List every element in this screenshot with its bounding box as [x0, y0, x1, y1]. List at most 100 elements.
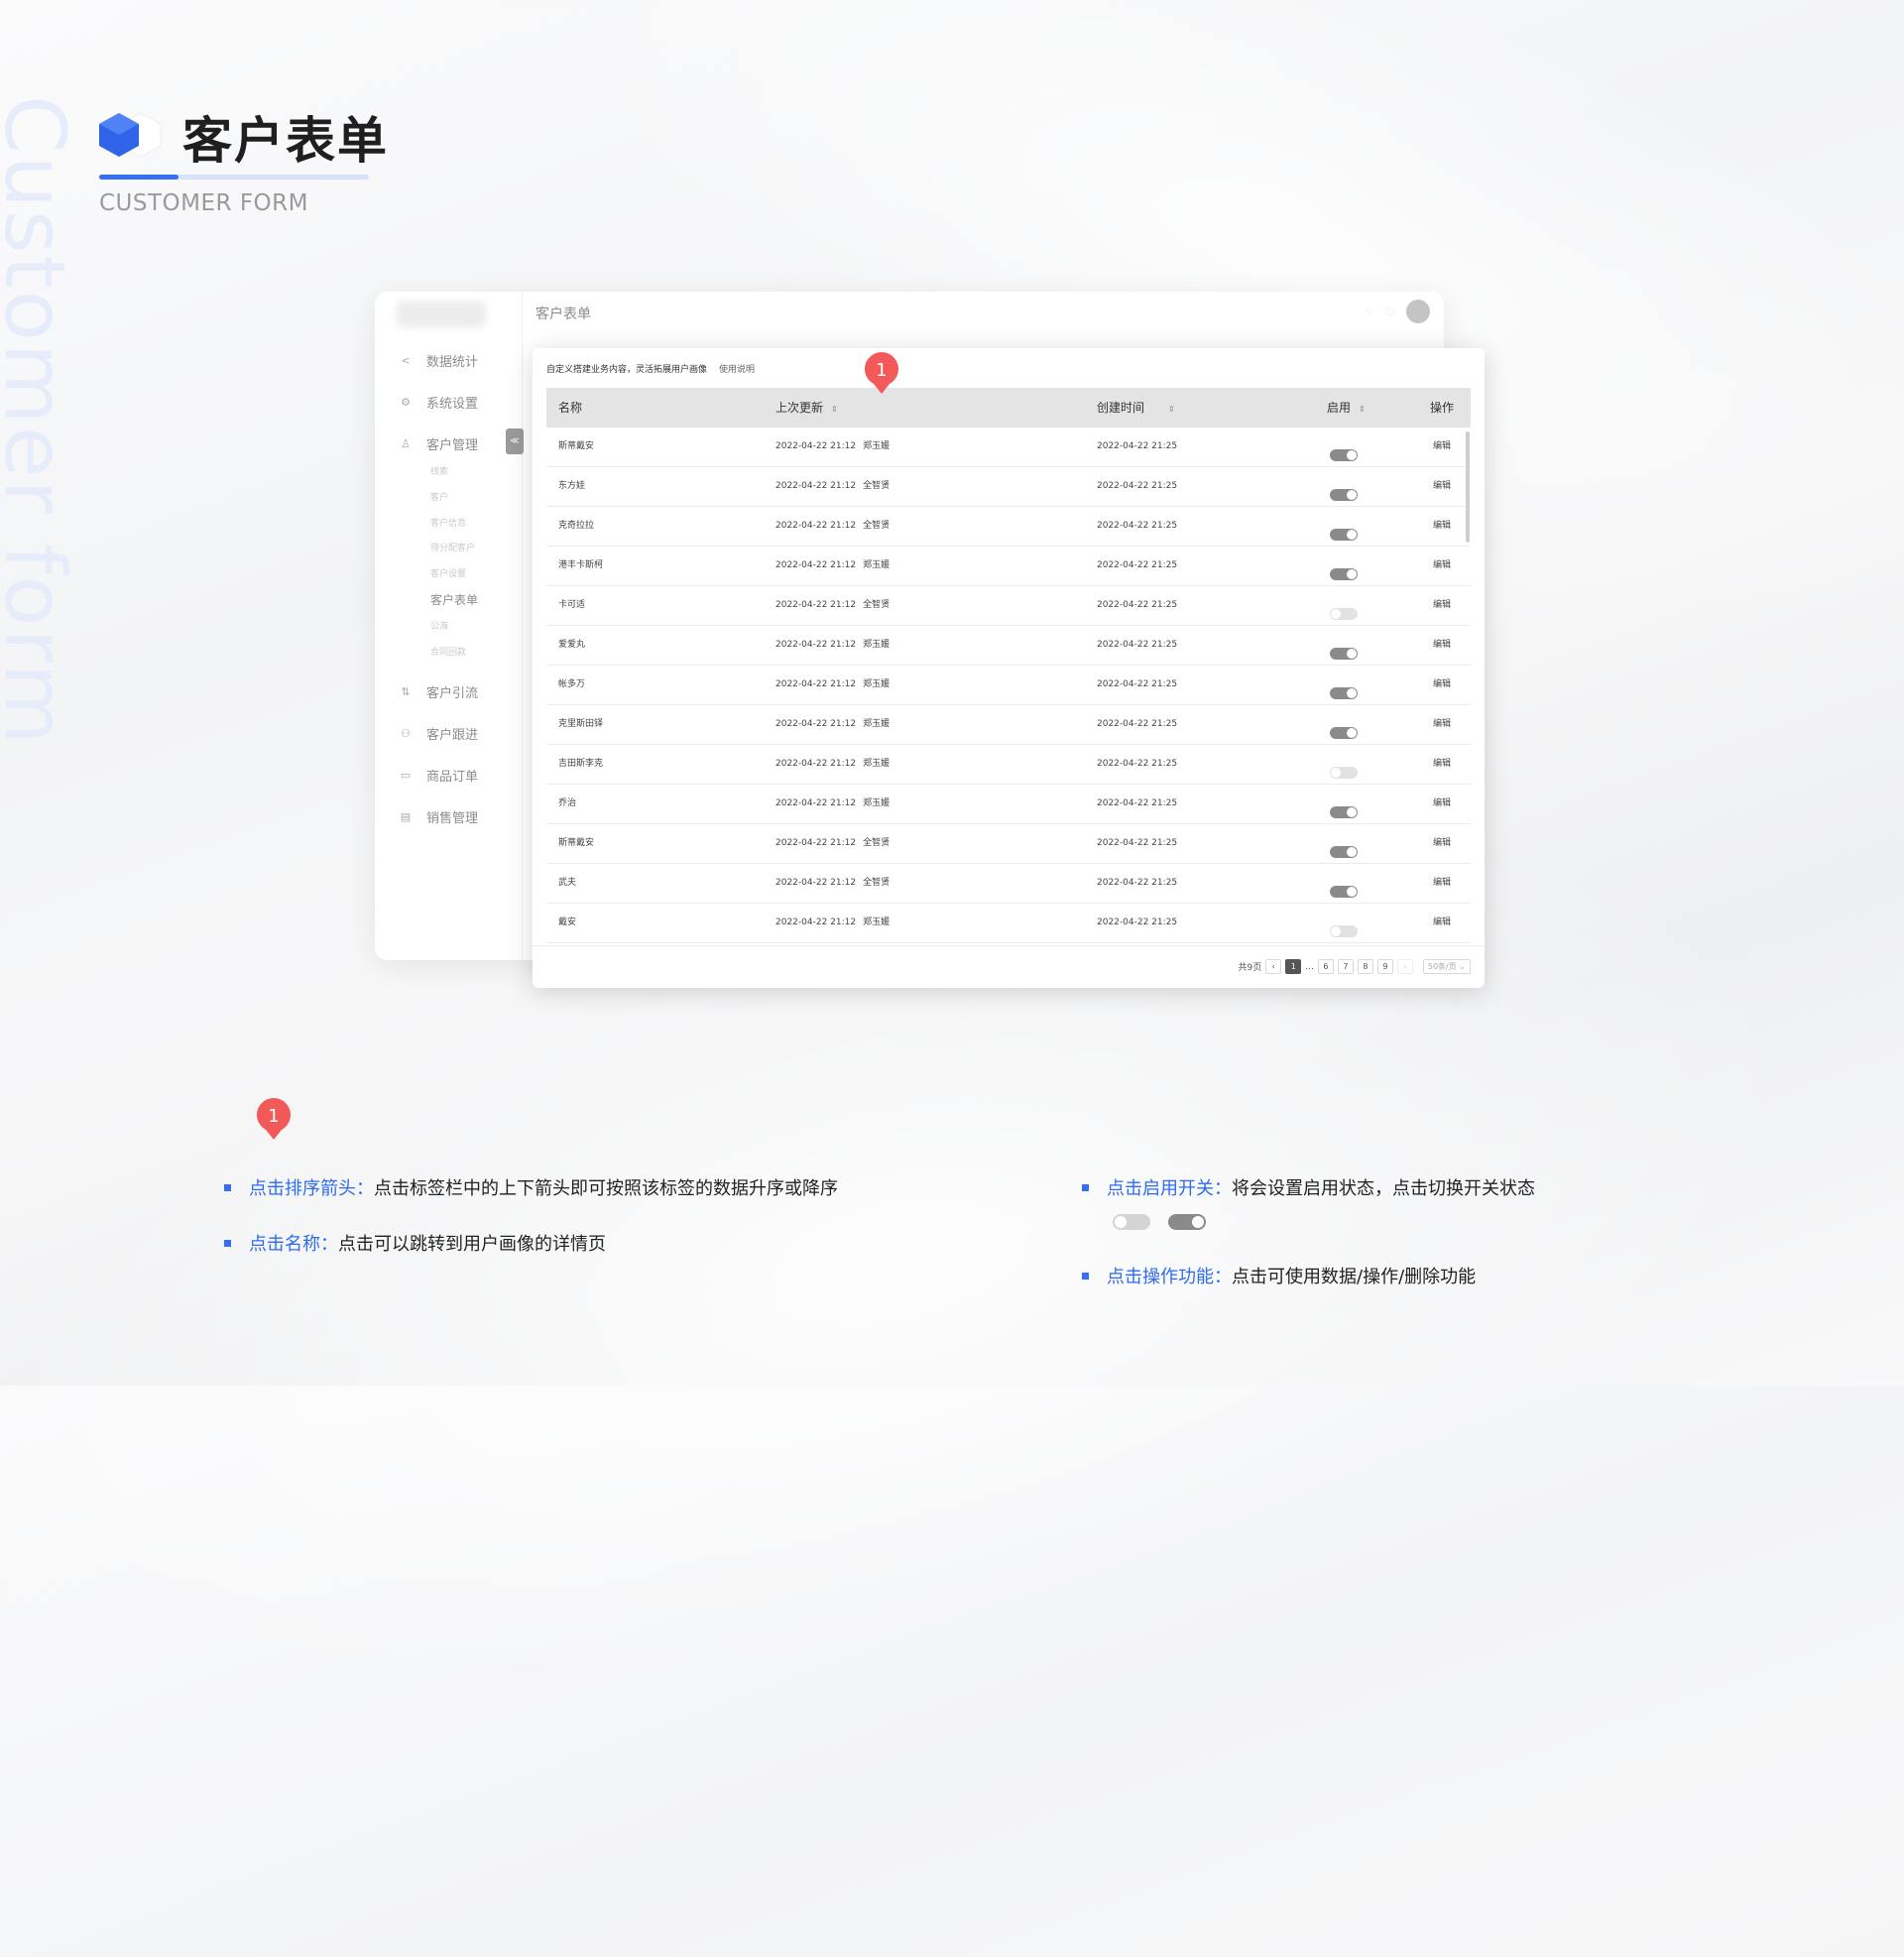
- row-edit-button[interactable]: 编辑: [1433, 864, 1451, 903]
- toggle-switch[interactable]: [1330, 648, 1358, 660]
- column-header-label: 启用: [1327, 401, 1352, 415]
- avatar[interactable]: [1406, 300, 1430, 323]
- toggle-switch[interactable]: [1330, 767, 1358, 779]
- toggle-switch[interactable]: [1330, 925, 1358, 937]
- sort-arrows-icon[interactable]: ⇕: [1168, 405, 1175, 414]
- row-enable-toggle[interactable]: [1330, 480, 1358, 501]
- row-name-link[interactable]: 港丰卡斯柯: [558, 547, 603, 585]
- row-edit-button[interactable]: 编辑: [1433, 547, 1451, 585]
- table-scrollbar[interactable]: [1466, 431, 1470, 543]
- column-header-created[interactable]: 创建时间 ⇕: [1097, 388, 1175, 428]
- hexagon-logo-icon: [99, 112, 162, 158]
- toggle-switch[interactable]: [1330, 489, 1358, 501]
- sidebar-item-stats[interactable]: < 数据统计: [399, 351, 478, 370]
- page-button[interactable]: 7: [1337, 959, 1354, 974]
- toggle-off-example[interactable]: [1113, 1214, 1150, 1230]
- row-edit-button[interactable]: 编辑: [1433, 785, 1451, 823]
- updated-by: 郑玉媛: [863, 759, 891, 769]
- sidebar-item-orders[interactable]: ▭ 商品订单: [399, 766, 478, 785]
- row-edit-button[interactable]: 编辑: [1433, 586, 1451, 625]
- sidebar-subitem-public-pool[interactable]: 公海: [430, 619, 448, 632]
- row-enable-toggle[interactable]: [1330, 520, 1358, 541]
- row-enable-toggle[interactable]: [1330, 639, 1358, 660]
- sidebar-subitem-contract-payment[interactable]: 合同回款: [430, 645, 466, 658]
- row-name-link[interactable]: 东方娃: [558, 467, 585, 506]
- sidebar-subitem-customer-settings[interactable]: 客户设置: [430, 566, 466, 579]
- row-edit-button[interactable]: 编辑: [1433, 824, 1451, 863]
- toggle-switch[interactable]: [1330, 568, 1358, 580]
- next-page-button[interactable]: ›: [1396, 959, 1413, 974]
- row-name-link[interactable]: 乔治: [558, 785, 576, 823]
- sidebar-subitem-leads[interactable]: 线索: [430, 464, 448, 477]
- row-edit-button[interactable]: 编辑: [1433, 507, 1451, 546]
- row-enable-toggle[interactable]: [1330, 797, 1358, 818]
- row-enable-toggle[interactable]: [1330, 599, 1358, 620]
- row-edit-button[interactable]: 编辑: [1433, 626, 1451, 665]
- toggle-switch[interactable]: [1330, 806, 1358, 818]
- row-enable-toggle[interactable]: [1330, 559, 1358, 580]
- page-button[interactable]: 8: [1357, 959, 1373, 974]
- updated-time: 2022-04-22 21:12: [775, 560, 857, 570]
- row-enable-toggle[interactable]: [1330, 440, 1358, 461]
- total-pages: 共9页: [1238, 963, 1262, 973]
- page-button[interactable]: 6: [1317, 959, 1334, 974]
- row-edit-button[interactable]: 编辑: [1433, 428, 1451, 466]
- sidebar-item-settings[interactable]: ⚙ 系统设置: [399, 393, 478, 412]
- column-header-enabled[interactable]: 启用 ⇕: [1327, 388, 1366, 428]
- bell-icon[interactable]: ♢: [1365, 306, 1373, 317]
- row-name-link[interactable]: 克里斯田铎: [558, 705, 603, 744]
- sidebar-subitem-customer[interactable]: 客户: [430, 490, 448, 503]
- row-created-time: 2022-04-22 21:25: [1097, 878, 1178, 888]
- sidebar-subitem-customer-form[interactable]: 客户表单: [430, 591, 478, 608]
- toggle-switch[interactable]: [1330, 727, 1358, 739]
- row-name-link[interactable]: 帐多万: [558, 666, 585, 704]
- page-button[interactable]: 1: [1285, 959, 1302, 974]
- row-enable-toggle[interactable]: [1330, 917, 1358, 937]
- row-edit-button[interactable]: 编辑: [1433, 745, 1451, 784]
- toggle-on-example[interactable]: [1168, 1214, 1206, 1230]
- row-edit-button[interactable]: 编辑: [1433, 467, 1451, 506]
- sidebar-item-traffic[interactable]: ⇅ 客户引流: [399, 682, 478, 701]
- row-name-link[interactable]: 武夫: [558, 864, 576, 903]
- collapse-sidebar-button[interactable]: ≪: [506, 428, 524, 454]
- row-name-link[interactable]: 爱爱丸: [558, 626, 585, 665]
- toggle-switch[interactable]: [1330, 529, 1358, 541]
- toggle-switch[interactable]: [1330, 846, 1358, 858]
- prev-page-button[interactable]: ‹: [1265, 959, 1282, 974]
- row-edit-button[interactable]: 编辑: [1433, 705, 1451, 744]
- column-header-updated[interactable]: 上次更新 ⇕: [775, 388, 838, 428]
- row-name-link[interactable]: 吉田斯李克: [558, 745, 603, 784]
- sidebar-item-customers[interactable]: ♙ 客户管理: [399, 434, 478, 453]
- row-edit-button[interactable]: 编辑: [1433, 904, 1451, 942]
- sidebar-item-followup[interactable]: ⚇ 客户跟进: [399, 724, 478, 743]
- row-enable-toggle[interactable]: [1330, 877, 1358, 898]
- sort-arrows-icon[interactable]: ⇕: [831, 405, 838, 414]
- row-enable-toggle[interactable]: [1330, 837, 1358, 858]
- row-edit-button[interactable]: 编辑: [1433, 666, 1451, 704]
- page-button[interactable]: 9: [1376, 959, 1393, 974]
- toggle-switch[interactable]: [1330, 886, 1358, 898]
- toggle-switch[interactable]: [1330, 687, 1358, 699]
- row-last-updated: 2022-04-22 21:12 全智贤: [775, 467, 890, 506]
- row-name-link[interactable]: 戴安: [558, 904, 576, 942]
- toggle-switch[interactable]: [1330, 449, 1358, 461]
- row-name-link[interactable]: 斯蒂戴安: [558, 824, 594, 863]
- sidebar-subitem-unassigned[interactable]: 待分配客户: [430, 541, 475, 553]
- sidebar-item-sales[interactable]: ▤ 销售管理: [399, 807, 478, 826]
- page-size-select[interactable]: 50条/页 ⌄: [1422, 959, 1471, 974]
- sidebar-subitem-customer-info[interactable]: 客户信息: [430, 516, 466, 529]
- sort-arrows-icon[interactable]: ⇕: [1359, 405, 1366, 414]
- updated-by: 郑玉媛: [863, 917, 891, 927]
- row-name-link[interactable]: 克奇拉拉: [558, 507, 594, 546]
- settings-icon[interactable]: ◌: [1385, 306, 1394, 317]
- row-enable-toggle[interactable]: [1330, 758, 1358, 779]
- row-enable-toggle[interactable]: [1330, 718, 1358, 739]
- row-name-link[interactable]: 斯蒂戴安: [558, 428, 594, 466]
- page-size-value: 50条/页: [1427, 962, 1457, 971]
- table-row: 斯蒂戴安 2022-04-22 21:12 全智贤 2022-04-22 21:25 编…: [546, 824, 1471, 864]
- row-name-link[interactable]: 卡可适: [558, 586, 585, 625]
- table-row: 乔治 2022-04-22 21:12 郑玉媛 2022-04-22 21:25 编辑: [546, 785, 1471, 824]
- help-link[interactable]: 使用说明: [719, 365, 755, 375]
- toggle-switch[interactable]: [1330, 608, 1358, 620]
- row-enable-toggle[interactable]: [1330, 678, 1358, 699]
